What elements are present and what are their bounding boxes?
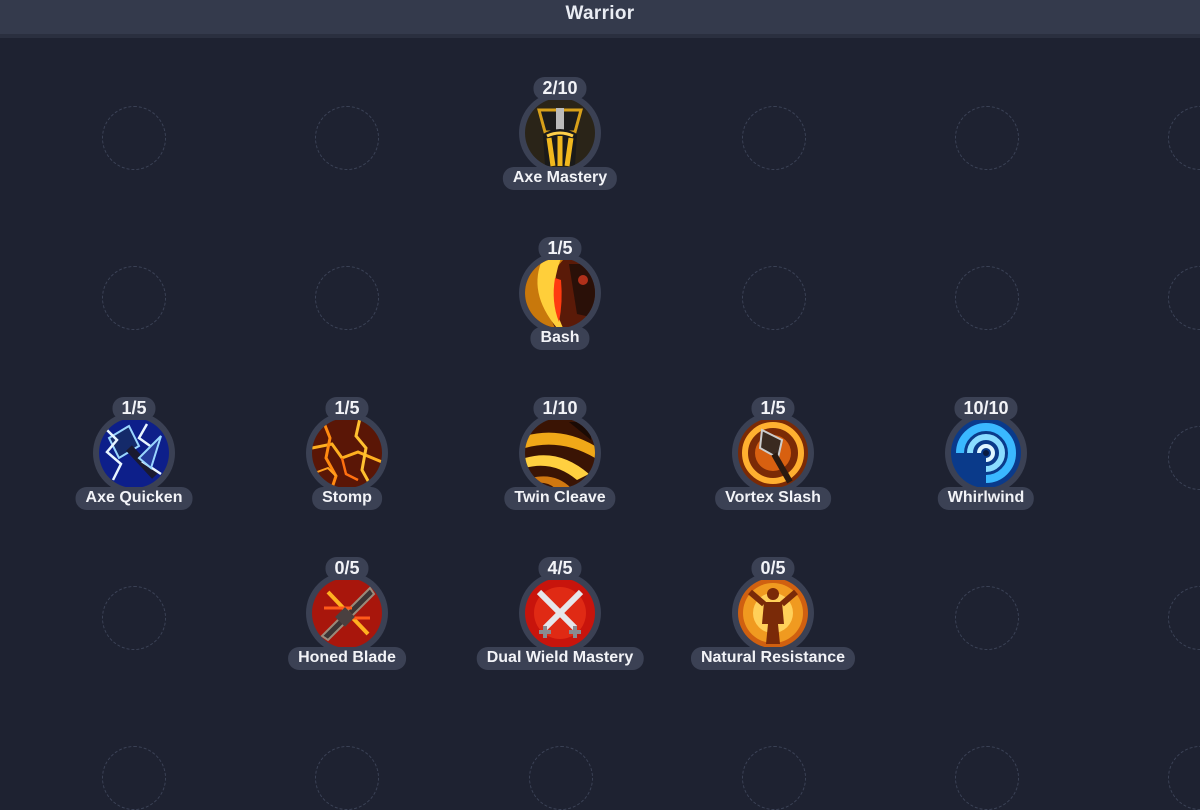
skill-name: Dual Wield Mastery	[476, 647, 644, 670]
skill-whirlwind[interactable]: 10/10 Whirlwind	[906, 397, 1066, 517]
empty-slot	[315, 746, 379, 810]
empty-slot	[102, 266, 166, 330]
skill-honed-blade[interactable]: 0/5 Honed Blade	[267, 557, 427, 677]
skill-name: Axe Quicken	[75, 487, 193, 510]
skill-level: 10/10	[954, 397, 1018, 420]
bash-icon	[525, 258, 595, 328]
empty-slot	[955, 586, 1019, 650]
axe-quicken-icon	[99, 418, 169, 488]
twin-cleave-icon	[525, 418, 595, 488]
empty-slot	[742, 106, 806, 170]
axe-mastery-icon	[525, 98, 595, 168]
skill-icon-frame[interactable]	[732, 572, 814, 654]
skill-axe-mastery[interactable]: 2/10 Axe Mastery	[480, 77, 640, 197]
skill-name: Honed Blade	[288, 647, 406, 670]
empty-slot	[102, 106, 166, 170]
empty-slot	[1168, 426, 1200, 490]
empty-slot	[315, 266, 379, 330]
skill-axe-quicken[interactable]: 1/5 Axe Quicken	[54, 397, 214, 517]
dual-wield-mastery-icon	[525, 578, 595, 648]
skill-level: 1/5	[751, 397, 795, 420]
honed-blade-icon	[312, 578, 382, 648]
skill-icon-frame[interactable]	[519, 92, 601, 174]
skill-bash[interactable]: 1/5 Bash	[480, 237, 640, 357]
skill-name: Natural Resistance	[690, 647, 856, 670]
whirlwind-icon	[951, 418, 1021, 488]
skill-name: Whirlwind	[937, 487, 1035, 510]
empty-slot	[102, 746, 166, 810]
stomp-icon	[312, 418, 382, 488]
skill-natural-resistance[interactable]: 0/5 Natural Resistance	[690, 557, 856, 677]
skill-icon-frame[interactable]	[306, 412, 388, 494]
skill-name: Vortex Slash	[715, 487, 831, 510]
skill-level: 0/5	[751, 557, 795, 580]
skill-level: 1/10	[533, 397, 587, 420]
skill-vortex-slash[interactable]: 1/5 Vortex Slash	[693, 397, 853, 517]
empty-slot	[102, 586, 166, 650]
skill-level: 1/5	[112, 397, 156, 420]
skill-icon-frame[interactable]	[93, 412, 175, 494]
skill-name: Twin Cleave	[504, 487, 616, 510]
skill-level: 0/5	[325, 557, 369, 580]
skill-icon-frame[interactable]	[519, 412, 601, 494]
empty-slot	[955, 266, 1019, 330]
skill-level: 1/5	[538, 237, 582, 260]
empty-slot	[955, 106, 1019, 170]
empty-slot	[1168, 106, 1200, 170]
natural-resistance-icon	[738, 578, 808, 648]
empty-slot	[1168, 586, 1200, 650]
empty-slot	[1168, 746, 1200, 810]
empty-slot	[742, 266, 806, 330]
skill-stomp[interactable]: 1/5 Stomp	[267, 397, 427, 517]
empty-slot	[955, 746, 1019, 810]
skill-name: Axe Mastery	[502, 167, 618, 190]
empty-slot	[1168, 266, 1200, 330]
skill-icon-frame[interactable]	[306, 572, 388, 654]
empty-slot	[315, 106, 379, 170]
skill-icon-frame[interactable]	[732, 412, 814, 494]
skill-name: Bash	[530, 327, 590, 350]
vortex-slash-icon	[738, 418, 808, 488]
empty-slot	[529, 746, 593, 810]
skill-level: 1/5	[325, 397, 369, 420]
skill-dual-wield-mastery[interactable]: 4/5 Dual Wield Mastery	[476, 557, 644, 677]
skill-twin-cleave[interactable]: 1/10 Twin Cleave	[480, 397, 640, 517]
skill-icon-frame[interactable]	[945, 412, 1027, 494]
empty-slot	[742, 746, 806, 810]
skill-icon-frame[interactable]	[519, 252, 601, 334]
skill-name: Stomp	[312, 487, 382, 510]
skill-icon-frame[interactable]	[519, 572, 601, 654]
skill-tree: 2/10 Axe Mastery 1/5 Bash 1/5 Axe Quicke…	[0, 0, 1200, 810]
skill-level: 2/10	[533, 77, 587, 100]
skill-level: 4/5	[538, 557, 582, 580]
